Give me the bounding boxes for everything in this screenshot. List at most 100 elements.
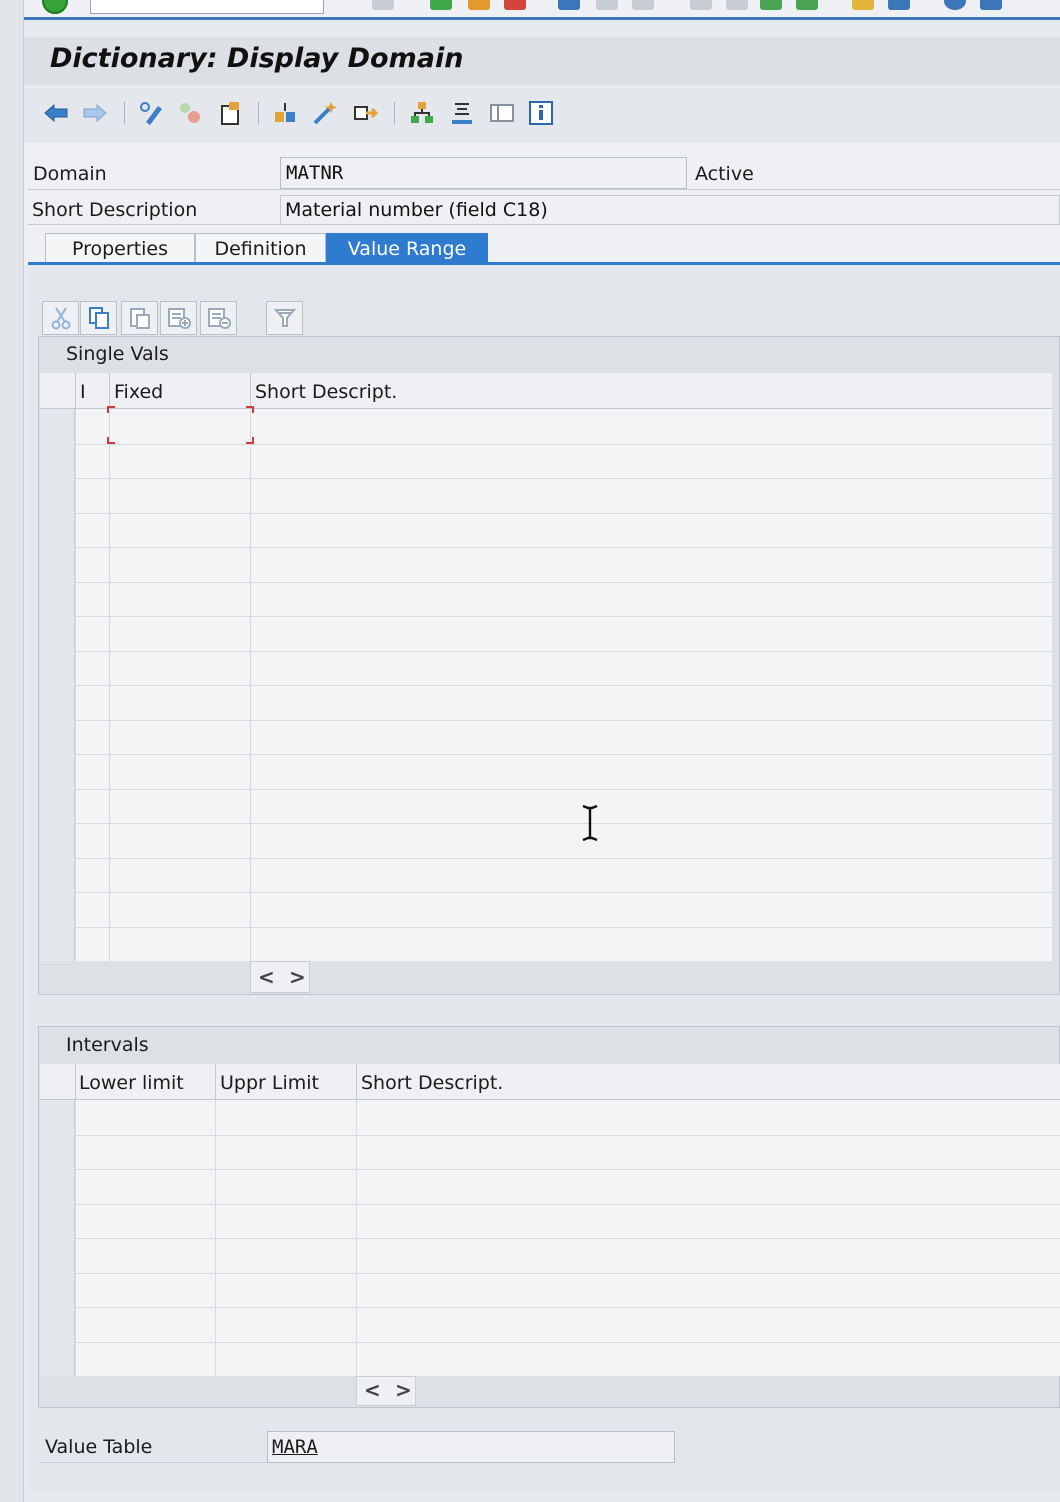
activate-icon[interactable] [218, 100, 244, 126]
where-used-list-icon[interactable] [272, 100, 298, 126]
table-row-divider [40, 685, 1052, 686]
table-row-divider [40, 1169, 1060, 1170]
table-row-divider [40, 1341, 1060, 1343]
print-icon[interactable] [558, 0, 580, 10]
tab-definition[interactable]: Definition [195, 233, 326, 263]
scroll-right-icon[interactable]: > [289, 965, 306, 989]
table-row-divider [40, 616, 1052, 617]
shortcut-icon[interactable] [888, 0, 910, 10]
table-row-divider [40, 547, 1052, 548]
single-values-grid[interactable] [40, 409, 1052, 961]
column-header-indicator[interactable]: I [80, 381, 86, 403]
paste-button[interactable] [121, 301, 158, 335]
intervals-caption: Intervals [66, 1034, 149, 1056]
filter-button[interactable] [266, 301, 303, 335]
back-arrow-icon[interactable] [43, 100, 69, 126]
documentation-icon[interactable] [449, 100, 475, 126]
layout-icon[interactable] [980, 0, 1002, 10]
table-column-divider [109, 409, 110, 961]
previous-page-icon[interactable] [726, 0, 748, 10]
header-divider [75, 1064, 76, 1100]
table-row-divider [40, 1238, 1060, 1239]
text-cursor-icon [582, 804, 598, 842]
hierarchy-icon[interactable] [409, 100, 435, 126]
layout-columns-icon[interactable] [489, 100, 515, 126]
cut-button[interactable] [42, 301, 79, 335]
column-header-short-description[interactable]: Short Descript. [255, 381, 397, 403]
toolbar-separator [124, 102, 125, 124]
create-session-icon[interactable] [852, 0, 874, 10]
active-inactive-icon[interactable] [177, 100, 203, 126]
column-header-interval-description[interactable]: Short Descript. [361, 1072, 503, 1094]
domain-status: Active [695, 163, 754, 185]
first-page-icon[interactable] [690, 0, 712, 10]
tab-value-range[interactable]: Value Range [326, 233, 488, 263]
cancel-icon[interactable] [504, 0, 526, 10]
toolbar-separator [394, 102, 395, 124]
column-header-upper-limit[interactable]: Uppr Limit [220, 1072, 319, 1094]
command-field[interactable] [90, 0, 324, 14]
table-row-divider [40, 754, 1052, 755]
row-selector-column[interactable] [40, 1100, 75, 1376]
save-icon[interactable] [372, 0, 394, 10]
short-description-field[interactable]: Material number (field C18) [280, 195, 1060, 225]
value-table-field[interactable]: MARA [267, 1431, 675, 1463]
field-row-divider [28, 189, 1060, 190]
table-row-divider [40, 892, 1052, 893]
intervals-header [40, 1064, 1060, 1100]
table-row-divider [40, 1272, 1060, 1274]
table-row-divider [40, 1203, 1060, 1205]
value-table-label: Value Table [45, 1436, 153, 1458]
find-icon[interactable] [596, 0, 618, 10]
header-divider [215, 1064, 216, 1100]
table-row-divider [40, 1307, 1060, 1308]
back-icon[interactable] [430, 0, 452, 10]
exit-icon[interactable] [468, 0, 490, 10]
copy-button[interactable] [80, 301, 117, 335]
domain-field[interactable]: MATNR [280, 157, 687, 189]
focused-cell-marker [107, 406, 254, 444]
next-page-icon[interactable] [760, 0, 782, 10]
column-header-lower-limit[interactable]: Lower limit [79, 1072, 184, 1094]
information-icon[interactable] [528, 100, 554, 126]
row-selector-column[interactable] [40, 409, 75, 961]
table-row-divider [40, 478, 1052, 479]
scroll-left-icon[interactable]: < [258, 965, 275, 989]
table-column-divider [250, 409, 251, 961]
table-column-divider [215, 1100, 216, 1376]
header-divider [109, 373, 110, 409]
column-header-fixed[interactable]: Fixed [114, 381, 163, 403]
find-next-icon[interactable] [632, 0, 654, 10]
table-row-divider [40, 1134, 1060, 1136]
toolbar-separator [258, 102, 259, 124]
table-column-divider [75, 1100, 76, 1376]
tab-properties[interactable]: Properties [45, 233, 195, 263]
last-page-icon[interactable] [796, 0, 818, 10]
table-row-divider [40, 823, 1052, 824]
table-row-divider [40, 581, 1052, 583]
short-description-label: Short Description [32, 199, 198, 221]
header-divider [356, 1064, 357, 1100]
page-title: Dictionary: Display Domain [50, 43, 464, 74]
scroll-right-icon[interactable]: > [395, 1378, 412, 1402]
table-column-divider [75, 409, 76, 961]
single-values-header [40, 373, 1052, 409]
table-row-divider [40, 719, 1052, 721]
intervals-grid[interactable] [40, 1100, 1060, 1376]
delete-row-button[interactable] [200, 301, 237, 335]
window-left-edge [0, 0, 24, 1502]
single-values-caption: Single Vals [66, 343, 169, 365]
other-object-icon[interactable] [352, 100, 378, 126]
table-row-divider [40, 512, 1052, 514]
header-divider [250, 373, 251, 409]
table-row-divider [40, 857, 1052, 859]
insert-row-button[interactable] [160, 301, 197, 335]
header-divider [75, 373, 76, 409]
value-table-underline [40, 1462, 268, 1463]
display-change-icon[interactable] [138, 100, 164, 126]
forward-arrow-icon[interactable] [82, 100, 108, 126]
scroll-left-icon[interactable]: < [364, 1378, 381, 1402]
domain-label: Domain [33, 163, 107, 185]
magic-wand-icon[interactable] [312, 100, 338, 126]
table-row-divider [40, 926, 1052, 928]
